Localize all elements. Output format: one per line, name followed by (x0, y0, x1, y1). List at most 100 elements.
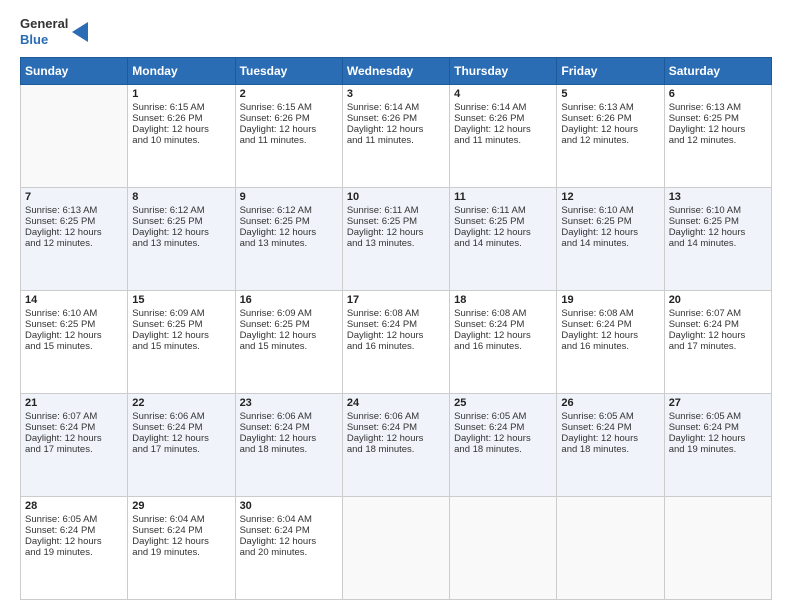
day-info-line: Daylight: 12 hours (454, 330, 552, 341)
day-info-line: Sunrise: 6:05 AM (25, 514, 123, 525)
day-info-line: Sunset: 6:24 PM (454, 422, 552, 433)
day-number: 30 (240, 500, 338, 512)
calendar-week-row: 21Sunrise: 6:07 AMSunset: 6:24 PMDayligh… (21, 394, 772, 497)
calendar-cell: 7Sunrise: 6:13 AMSunset: 6:25 PMDaylight… (21, 188, 128, 291)
day-number: 14 (25, 294, 123, 306)
day-number: 2 (240, 88, 338, 100)
day-number: 4 (454, 88, 552, 100)
day-info-line: Sunset: 6:24 PM (347, 422, 445, 433)
day-info-line: Sunset: 6:25 PM (669, 113, 767, 124)
day-info-line: and 13 minutes. (240, 238, 338, 249)
day-number: 22 (132, 397, 230, 409)
day-number: 20 (669, 294, 767, 306)
day-info-line: and 12 minutes. (25, 238, 123, 249)
calendar-cell: 15 Sunrise: 6:09 AMSunset: 6:25 PMDayligh… (128, 291, 235, 394)
day-info-line: Daylight: 12 hours (240, 330, 338, 341)
day-info-line: and 18 minutes. (347, 444, 445, 455)
day-info-line: Daylight: 12 hours (669, 227, 767, 238)
col-header-tuesday: Tuesday (235, 58, 342, 85)
day-info-line: and 17 minutes. (25, 444, 123, 455)
day-info-line: Sunset: 6:24 PM (132, 422, 230, 433)
day-number: 24 (347, 397, 445, 409)
col-header-thursday: Thursday (450, 58, 557, 85)
day-info-line: Sunrise: 6:06 AM (132, 411, 230, 422)
day-info-line: Daylight: 12 hours (561, 433, 659, 444)
logo-general: General (20, 16, 68, 32)
day-info-line: and 14 minutes. (669, 238, 767, 249)
day-number: 28 (25, 500, 123, 512)
day-info-line: Sunset: 6:24 PM (132, 525, 230, 536)
col-header-monday: Monday (128, 58, 235, 85)
calendar-cell: 1Sunrise: 6:15 AMSunset: 6:26 PMDaylight… (128, 85, 235, 188)
calendar-cell: 14Sunrise: 6:10 AMSunset: 6:25 PMDayligh… (21, 291, 128, 394)
day-info-line: and 18 minutes. (454, 444, 552, 455)
day-info-line: Daylight: 12 hours (132, 124, 230, 135)
day-info-line: Daylight: 12 hours (25, 227, 123, 238)
day-number: 15 (132, 294, 230, 306)
col-header-sunday: Sunday (21, 58, 128, 85)
day-number: 27 (669, 397, 767, 409)
day-info-line: Daylight: 12 hours (132, 536, 230, 547)
day-info-line: Daylight: 12 hours (561, 124, 659, 135)
day-info-line: Sunset: 6:25 PM (132, 319, 230, 330)
day-info-line: Sunset: 6:26 PM (132, 113, 230, 124)
calendar-cell: 16Sunrise: 6:09 AMSunset: 6:25 PMDayligh… (235, 291, 342, 394)
day-info-line: Sunset: 6:25 PM (25, 216, 123, 227)
day-info-line: and 19 minutes. (25, 547, 123, 558)
day-info-line: Sunset: 6:25 PM (561, 216, 659, 227)
day-info-line: and 11 minutes. (454, 135, 552, 146)
page: General Blue SundayMondayTuesdayWednesda… (0, 0, 792, 612)
day-info-line: Daylight: 12 hours (25, 330, 123, 341)
day-info-line: Sunrise: 6:15 AM (240, 102, 338, 113)
day-info-line: Daylight: 12 hours (454, 124, 552, 135)
day-info-line: Sunset: 6:25 PM (347, 216, 445, 227)
day-info-line: Daylight: 12 hours (132, 227, 230, 238)
day-number: 21 (25, 397, 123, 409)
day-info-line: Sunset: 6:26 PM (240, 113, 338, 124)
day-info-line: Sunrise: 6:09 AM (132, 308, 230, 319)
day-number: 12 (561, 191, 659, 203)
header: General Blue (20, 16, 772, 47)
day-info-line: Daylight: 12 hours (347, 433, 445, 444)
calendar-table: SundayMondayTuesdayWednesdayThursdayFrid… (20, 57, 772, 600)
day-info-line: Daylight: 12 hours (454, 433, 552, 444)
calendar-cell: 9Sunrise: 6:12 AMSunset: 6:25 PMDaylight… (235, 188, 342, 291)
day-number: 19 (561, 294, 659, 306)
day-info-line: Daylight: 12 hours (240, 227, 338, 238)
day-number: 29 (132, 500, 230, 512)
day-number: 25 (454, 397, 552, 409)
day-info-line: and 17 minutes. (669, 341, 767, 352)
day-info-line: Sunrise: 6:11 AM (347, 205, 445, 216)
day-info-line: Sunset: 6:24 PM (25, 422, 123, 433)
day-info-line: Sunset: 6:24 PM (669, 319, 767, 330)
day-info-line: and 16 minutes. (347, 341, 445, 352)
calendar-cell: 18Sunrise: 6:08 AMSunset: 6:24 PMDayligh… (450, 291, 557, 394)
day-info-line: Sunrise: 6:07 AM (669, 308, 767, 319)
day-info-line: and 19 minutes. (132, 547, 230, 558)
day-info-line: and 15 minutes. (240, 341, 338, 352)
logo: General Blue (20, 16, 88, 47)
day-info-line: Sunrise: 6:08 AM (561, 308, 659, 319)
day-info-line: and 16 minutes. (454, 341, 552, 352)
day-number: 1 (132, 88, 230, 100)
day-info-line: Sunset: 6:25 PM (240, 319, 338, 330)
day-info-line: Sunset: 6:24 PM (347, 319, 445, 330)
day-info-line: Sunset: 6:24 PM (25, 525, 123, 536)
day-info-line: Sunrise: 6:13 AM (25, 205, 123, 216)
day-info-line: and 15 minutes. (132, 341, 230, 352)
day-info-line: and 14 minutes. (561, 238, 659, 249)
calendar-cell: 4Sunrise: 6:14 AMSunset: 6:26 PMDaylight… (450, 85, 557, 188)
day-number: 26 (561, 397, 659, 409)
day-number: 23 (240, 397, 338, 409)
calendar-cell: 29Sunrise: 6:04 AMSunset: 6:24 PMDayligh… (128, 497, 235, 600)
day-info-line: Daylight: 12 hours (132, 330, 230, 341)
day-info-line: Daylight: 12 hours (561, 330, 659, 341)
day-info-line: Daylight: 12 hours (347, 330, 445, 341)
day-info-line: and 11 minutes. (240, 135, 338, 146)
day-info-line: Sunset: 6:25 PM (132, 216, 230, 227)
day-info-line: Sunrise: 6:06 AM (240, 411, 338, 422)
day-info-line: Daylight: 12 hours (454, 227, 552, 238)
day-info-line: Sunrise: 6:08 AM (347, 308, 445, 319)
calendar-cell: 25Sunrise: 6:05 AMSunset: 6:24 PMDayligh… (450, 394, 557, 497)
day-info-line: Sunrise: 6:05 AM (669, 411, 767, 422)
